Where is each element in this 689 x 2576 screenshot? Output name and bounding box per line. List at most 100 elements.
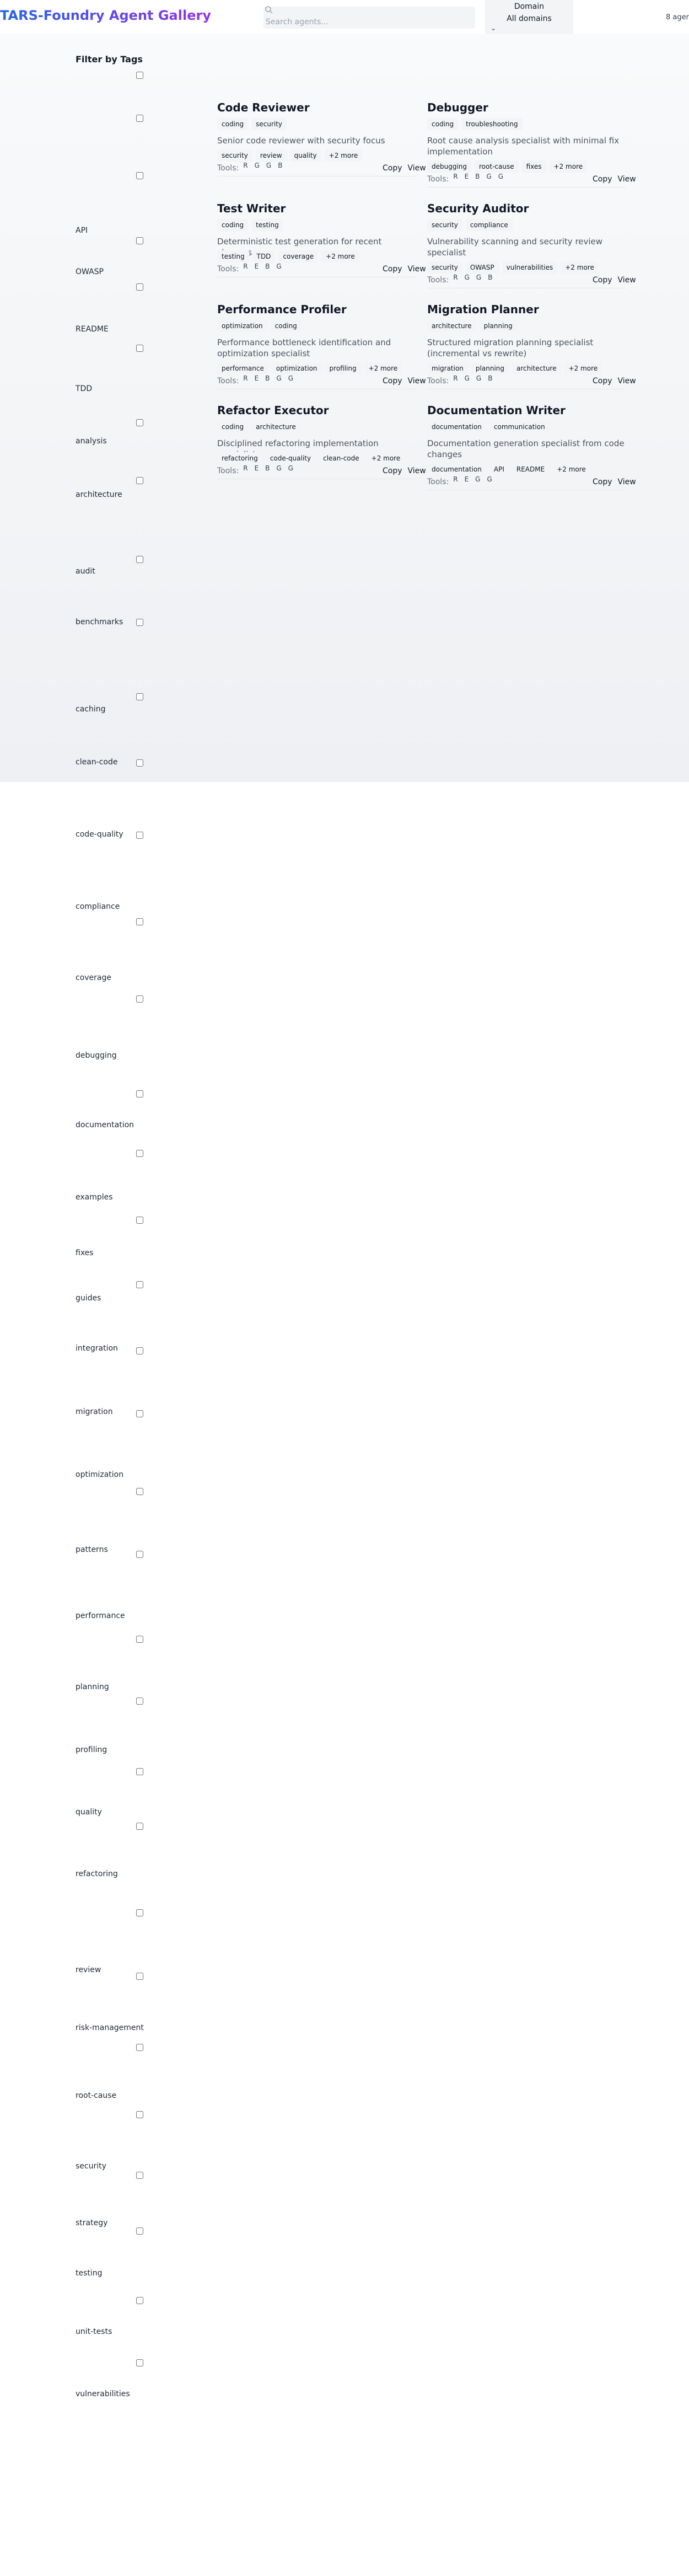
tool-icon: R [243, 162, 248, 169]
tag-checkbox[interactable] [136, 693, 143, 700]
tag-checkbox[interactable] [136, 283, 143, 291]
agent-actions: Copy View [593, 377, 636, 385]
agent-keyword-chip: root-cause [475, 160, 519, 173]
tag-checkbox[interactable] [136, 1909, 143, 1916]
tag-checkbox[interactable] [136, 2044, 143, 2051]
agent-keyword-chip: quality [289, 149, 321, 162]
tag-checkbox[interactable] [136, 1217, 143, 1224]
tag-checkbox[interactable] [136, 759, 143, 767]
tag-checkbox[interactable] [136, 1768, 143, 1775]
copy-button[interactable]: Copy [383, 377, 402, 385]
domain-select[interactable]: Domain All domains ⌄ [485, 0, 573, 34]
tag-checkbox[interactable] [136, 1090, 143, 1097]
tag-label: vulnerabilities [76, 2390, 130, 2398]
tag-checkbox[interactable] [136, 345, 143, 352]
agent-keyword-chip: OWASP [465, 261, 499, 274]
tool-icon: G [288, 464, 294, 472]
tag-checkbox[interactable] [136, 2297, 143, 2304]
tag-label: architecture [76, 490, 122, 499]
tag-checkbox[interactable] [136, 1488, 143, 1495]
view-button[interactable]: View [618, 478, 636, 486]
agent-actions: Copy View [383, 377, 426, 385]
tag-checkbox[interactable] [136, 832, 143, 839]
tag-label: testing [76, 2269, 103, 2278]
view-button[interactable]: View [408, 265, 426, 274]
agent-keyword-chip: README [512, 463, 550, 475]
agent-keyword-chip: planning [471, 362, 509, 374]
tag-checkbox[interactable] [136, 556, 143, 563]
tag-label: debugging [76, 1051, 117, 1060]
tag-checkbox[interactable] [136, 918, 143, 925]
agent-keywords: security review quality +2 more [217, 149, 363, 162]
tool-icon: G [476, 274, 482, 281]
search-box [263, 6, 475, 29]
copy-button[interactable]: Copy [593, 276, 612, 285]
tool-icon: G [276, 374, 282, 382]
agent-keyword-chip: +2 more [549, 160, 588, 173]
search-input[interactable] [263, 7, 475, 29]
tag-checkbox[interactable] [136, 1347, 143, 1354]
tag-checkbox[interactable] [136, 1150, 143, 1157]
view-button[interactable]: View [408, 467, 426, 475]
tag-checkbox[interactable] [136, 2227, 143, 2235]
agent-actions: Copy View [383, 467, 426, 475]
agent-keyword-chip: testing [217, 250, 249, 263]
view-button[interactable]: View [618, 276, 636, 285]
agent-tag-chip: coding [217, 421, 249, 433]
top-bar: TARS-Foundry Agent Gallery Domain All do… [0, 0, 689, 34]
agent-tag-chip: compliance [465, 219, 513, 231]
tag-checkbox[interactable] [136, 115, 143, 122]
view-button[interactable]: View [618, 175, 636, 184]
view-button[interactable]: View [618, 377, 636, 385]
tag-checkbox[interactable] [136, 2172, 143, 2179]
tag-checkbox[interactable] [136, 995, 143, 1003]
tag-checkbox[interactable] [136, 237, 143, 244]
tag-checkbox[interactable] [136, 2111, 143, 2118]
agent-name: Migration Planner [427, 303, 539, 316]
filter-title: Filter by Tags [76, 54, 143, 65]
agent-keyword-chip: +2 more [364, 362, 402, 374]
tag-checkbox[interactable] [136, 619, 143, 626]
copy-button[interactable]: Copy [593, 377, 612, 385]
agent-tags: documentation communication [427, 421, 550, 433]
tag-label: README [76, 325, 109, 334]
domain-value: All domains [507, 14, 552, 23]
copy-button[interactable]: Copy [593, 175, 612, 184]
tool-icon: G [464, 274, 470, 281]
agent-keywords: migration planning architecture +2 more [427, 362, 602, 374]
view-button[interactable]: View [408, 164, 426, 173]
copy-button[interactable]: Copy [593, 478, 612, 486]
tag-checkbox[interactable] [136, 1823, 143, 1830]
agent-keyword-chip: +2 more [564, 362, 602, 374]
app-title: TARS-Foundry Agent Gallery [0, 8, 211, 23]
agent-tools: Tools: R E B G G [217, 374, 293, 385]
tool-icon: G [276, 464, 282, 472]
tag-label: OWASP [76, 267, 104, 276]
agent-description: Senior code reviewer with security focus [217, 136, 385, 146]
agent-tag-chip: architecture [427, 320, 476, 332]
agent-keyword-chip: +2 more [321, 250, 359, 263]
tag-checkbox[interactable] [136, 1281, 143, 1288]
view-button[interactable]: View [408, 377, 426, 385]
tag-checkbox[interactable] [136, 477, 143, 484]
tag-label: benchmarks [76, 618, 123, 626]
tag-checkbox[interactable] [136, 1636, 143, 1643]
tag-label: integration [76, 1344, 118, 1353]
agent-tag-chip: coding [217, 118, 249, 130]
copy-button[interactable]: Copy [383, 265, 402, 274]
copy-button[interactable]: Copy [383, 467, 402, 475]
tag-checkbox[interactable] [136, 1697, 143, 1705]
copy-button[interactable]: Copy [383, 164, 402, 173]
tag-checkbox[interactable] [136, 72, 143, 79]
agent-name: Test Writer [217, 202, 286, 215]
tag-checkbox[interactable] [136, 419, 143, 426]
tool-icon: B [488, 274, 493, 281]
tag-checkbox[interactable] [136, 2359, 143, 2366]
tag-checkbox[interactable] [136, 1410, 143, 1417]
tag-checkbox[interactable] [136, 1973, 143, 1980]
tag-checkbox[interactable] [136, 1551, 143, 1558]
agent-name: Performance Profiler [217, 303, 347, 316]
tag-label: patterns [76, 1545, 108, 1554]
tag-checkbox[interactable] [136, 172, 143, 179]
agent-tools: Tools: R G G B [427, 274, 493, 285]
